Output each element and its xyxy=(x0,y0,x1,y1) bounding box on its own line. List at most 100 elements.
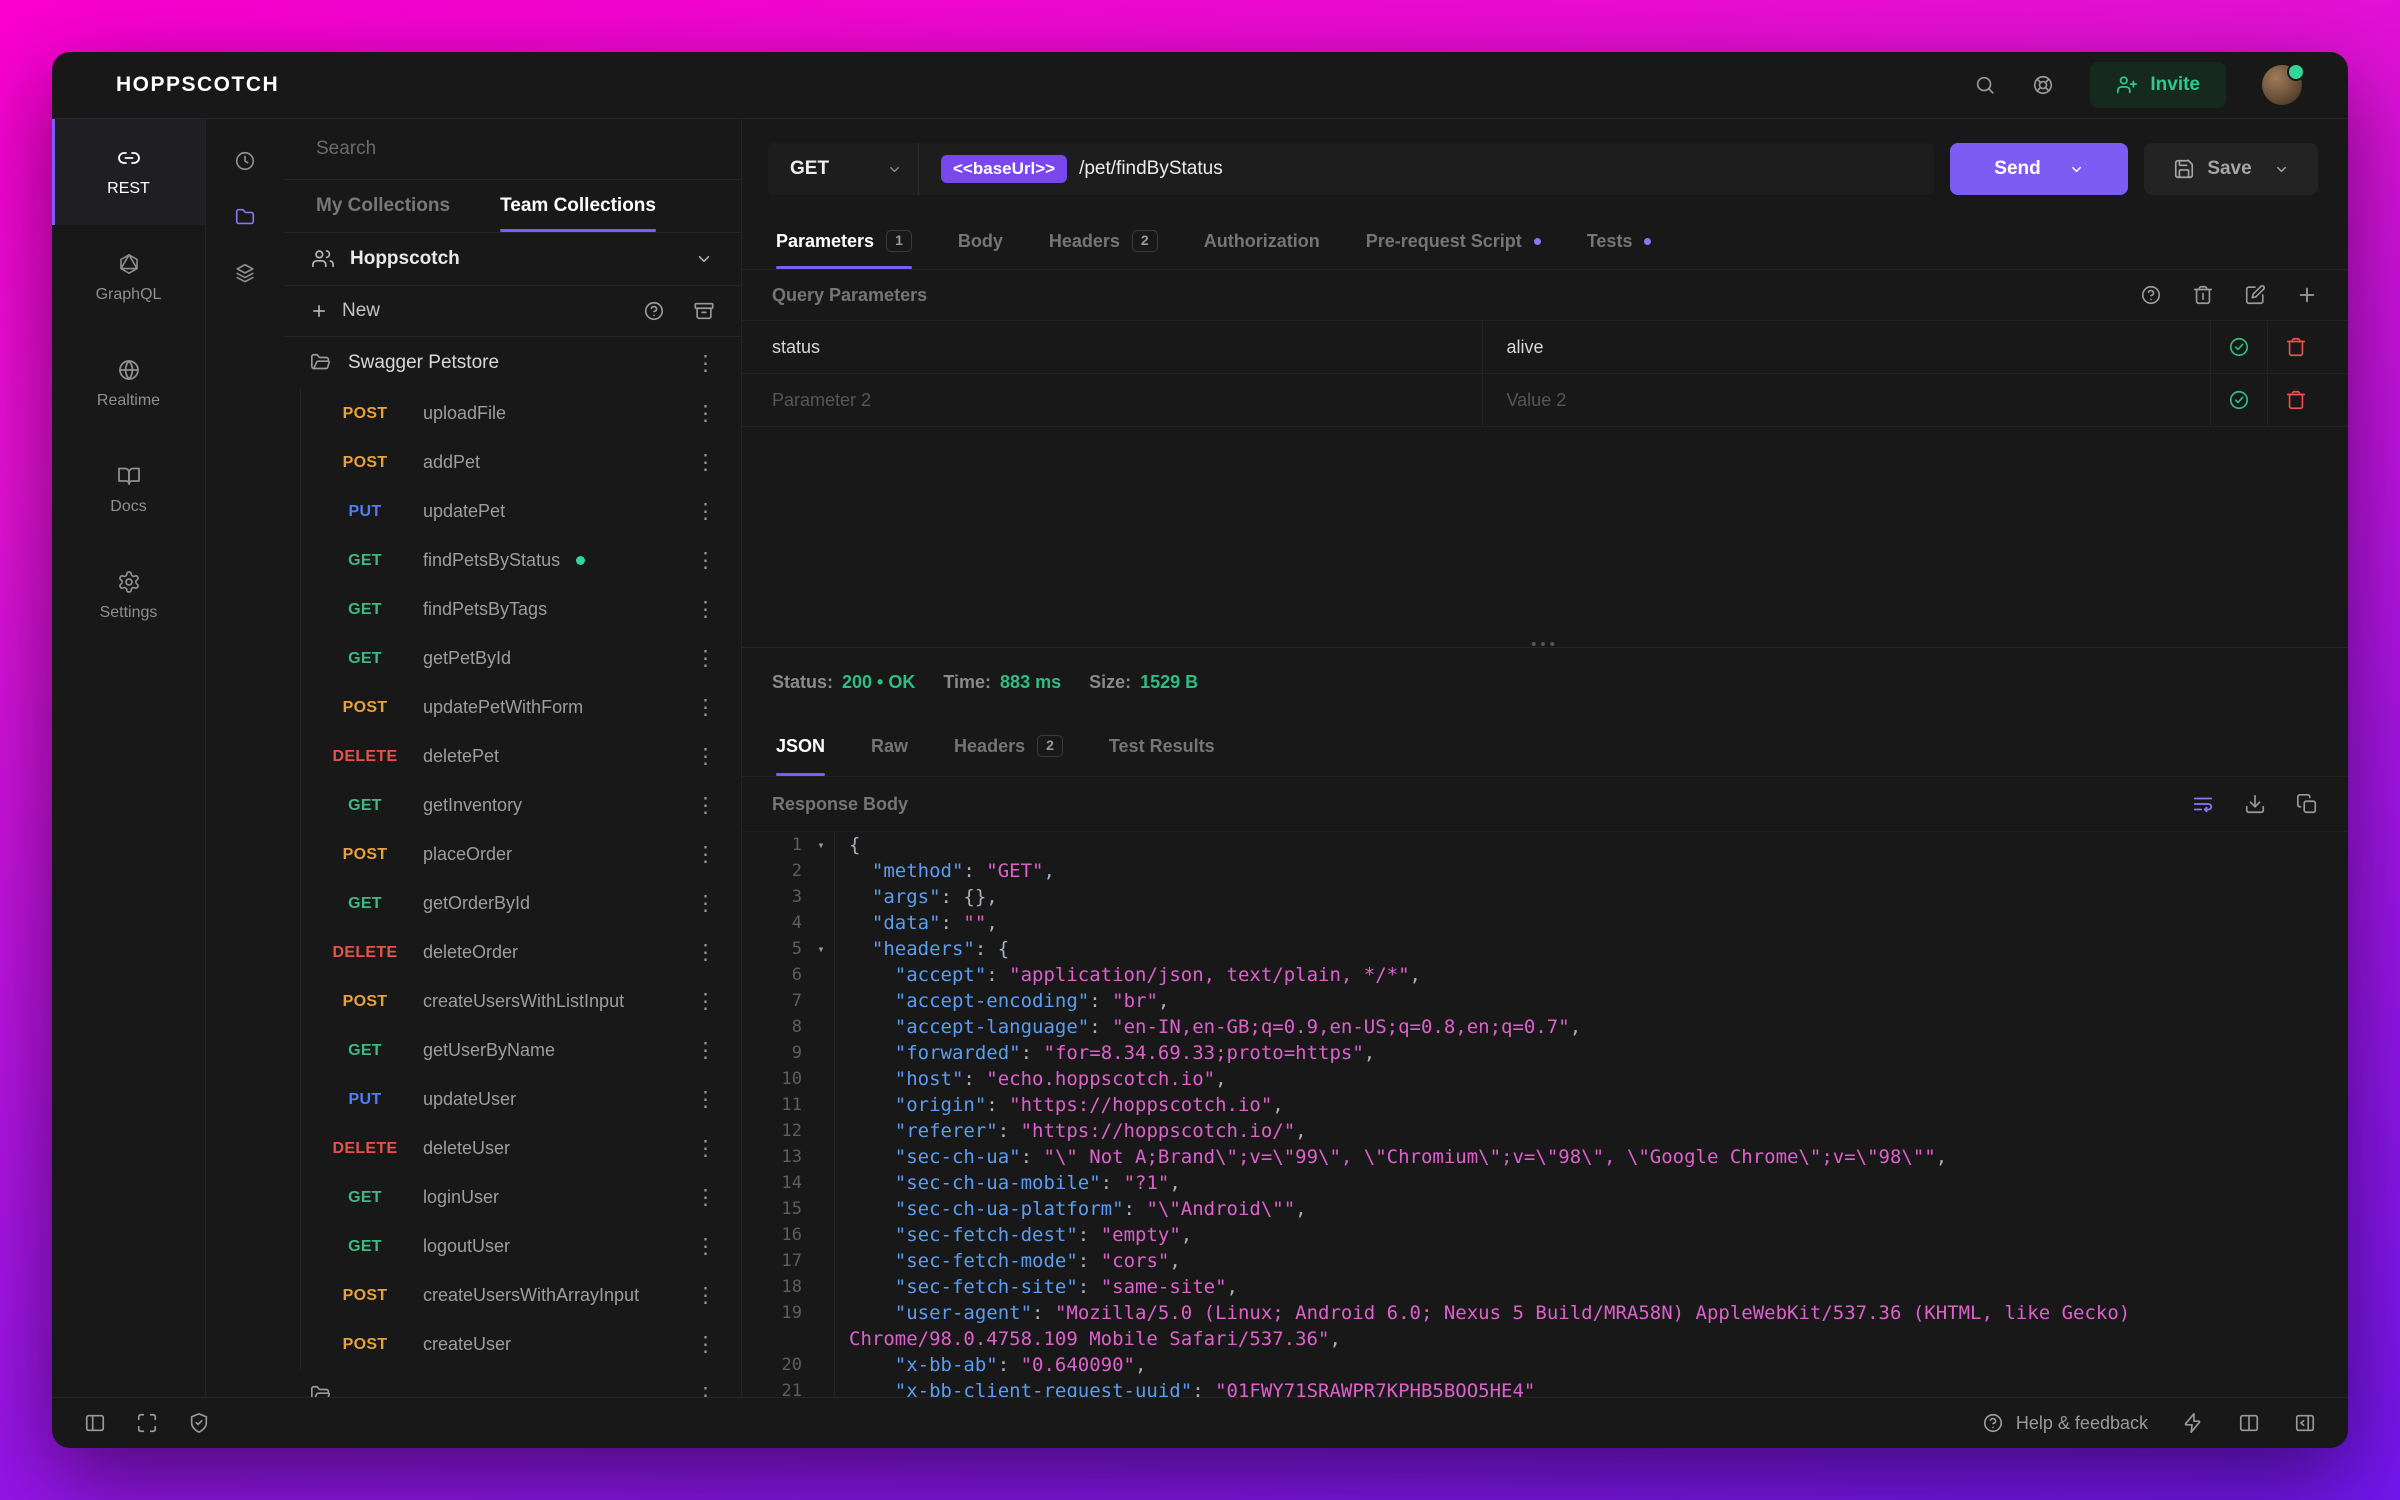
tab-headers[interactable]: Headers 2 xyxy=(1049,213,1158,269)
search-button[interactable] xyxy=(1974,74,1996,96)
more-options-icon[interactable]: ⋮ xyxy=(695,550,716,571)
request-item-findPetsByTags[interactable]: GET findPetsByTags ⋮ xyxy=(301,585,741,634)
request-item-deletePet[interactable]: DELETE deletePet ⋮ xyxy=(301,732,741,781)
request-item-getInventory[interactable]: GET getInventory ⋮ xyxy=(301,781,741,830)
request-item-getUserByName[interactable]: GET getUserByName ⋮ xyxy=(301,1026,741,1075)
split-columns-icon[interactable] xyxy=(2238,1412,2260,1434)
fold-arrow-icon[interactable]: ▾ xyxy=(808,936,834,962)
sidebar-item-realtime[interactable]: Realtime xyxy=(52,331,205,437)
more-options-icon[interactable]: ⋮ xyxy=(695,991,716,1012)
request-item-createUsersWithListInput[interactable]: POST createUsersWithListInput ⋮ xyxy=(301,977,741,1026)
more-options-icon[interactable]: ⋮ xyxy=(695,1285,716,1306)
tab-my-collections[interactable]: My Collections xyxy=(316,180,450,232)
request-item-getOrderById[interactable]: GET getOrderById ⋮ xyxy=(301,879,741,928)
parameter-value-input[interactable]: alive xyxy=(1481,321,2211,373)
more-options-icon[interactable]: ⋮ xyxy=(695,1236,716,1257)
request-item-logoutUser[interactable]: GET logoutUser ⋮ xyxy=(301,1222,741,1271)
more-options-icon[interactable]: ⋮ xyxy=(695,1138,716,1159)
fold-arrow-icon[interactable]: ▾ xyxy=(808,832,834,858)
tab-parameters[interactable]: Parameters 1 xyxy=(776,213,912,269)
request-item-updateUser[interactable]: PUT updateUser ⋮ xyxy=(301,1075,741,1124)
more-options-icon[interactable]: ⋮ xyxy=(695,942,716,963)
toggle-parameter-button[interactable] xyxy=(2210,374,2267,426)
request-item-deleteOrder[interactable]: DELETE deleteOrder ⋮ xyxy=(301,928,741,977)
sidebar-item-docs[interactable]: Docs xyxy=(52,437,205,543)
copy-icon[interactable] xyxy=(2296,793,2318,815)
sidebar-toggle-icon[interactable] xyxy=(84,1412,106,1434)
request-item-deleteUser[interactable]: DELETE deleteUser ⋮ xyxy=(301,1124,741,1173)
more-options-icon[interactable]: ⋮ xyxy=(695,353,716,374)
env-variable-pill[interactable]: <<baseUrl>> xyxy=(941,155,1068,183)
parameter-key-input[interactable]: Parameter 2 xyxy=(742,374,1482,426)
url-input[interactable]: <<baseUrl>> /pet/findByStatus xyxy=(919,155,1245,183)
add-parameter-icon[interactable] xyxy=(2296,284,2318,306)
more-options-icon[interactable]: ⋮ xyxy=(695,697,716,718)
response-tab-test-results[interactable]: Test Results xyxy=(1109,716,1215,776)
more-options-icon[interactable]: ⋮ xyxy=(695,452,716,473)
download-icon[interactable] xyxy=(2244,793,2266,815)
help-circle-icon[interactable] xyxy=(2140,284,2162,306)
collapse-right-panel-icon[interactable] xyxy=(2294,1412,2316,1434)
plus-icon[interactable] xyxy=(310,302,328,320)
save-button[interactable]: Save xyxy=(2144,143,2318,195)
wrap-lines-icon[interactable] xyxy=(2192,793,2214,815)
archive-import-icon[interactable] xyxy=(693,300,715,322)
tab-authorization[interactable]: Authorization xyxy=(1204,213,1320,269)
more-options-icon[interactable]: ⋮ xyxy=(695,1385,716,1398)
avatar[interactable] xyxy=(2262,63,2305,105)
request-item-getPetById[interactable]: GET getPetById ⋮ xyxy=(301,634,741,683)
response-tab-raw[interactable]: Raw xyxy=(871,716,908,776)
tab-tests[interactable]: Tests xyxy=(1587,213,1652,269)
edit-icon[interactable] xyxy=(2244,284,2266,306)
response-tab-json[interactable]: JSON xyxy=(776,716,826,776)
new-collection-button[interactable]: New xyxy=(342,300,380,322)
request-item-placeOrder[interactable]: POST placeOrder ⋮ xyxy=(301,830,741,879)
help-circle-icon[interactable] xyxy=(643,300,665,322)
support-button[interactable] xyxy=(2032,74,2054,96)
request-item-findPetsByStatus[interactable]: GET findPetsByStatus ⋮ xyxy=(301,536,741,585)
collections-button[interactable] xyxy=(234,206,256,228)
method-selector[interactable]: GET xyxy=(768,143,919,195)
clear-all-trash-icon[interactable] xyxy=(2192,284,2214,306)
environments-button[interactable] xyxy=(234,262,256,284)
more-options-icon[interactable]: ⋮ xyxy=(695,844,716,865)
parameter-key-input[interactable]: status xyxy=(742,321,1482,373)
sidebar-item-rest[interactable]: REST xyxy=(52,119,205,225)
request-item-updatePetWithForm[interactable]: POST updatePetWithForm ⋮ xyxy=(301,683,741,732)
more-options-icon[interactable]: ⋮ xyxy=(695,403,716,424)
more-options-icon[interactable]: ⋮ xyxy=(695,599,716,620)
send-button[interactable]: Send xyxy=(1950,143,2128,195)
more-options-icon[interactable]: ⋮ xyxy=(695,1089,716,1110)
more-options-icon[interactable]: ⋮ xyxy=(695,1334,716,1355)
more-options-icon[interactable]: ⋮ xyxy=(695,501,716,522)
toggle-parameter-button[interactable] xyxy=(2210,321,2267,373)
more-options-icon[interactable]: ⋮ xyxy=(695,1187,716,1208)
help-feedback-button[interactable]: Help & feedback xyxy=(1982,1412,2148,1434)
more-options-icon[interactable]: ⋮ xyxy=(695,746,716,767)
tab-body[interactable]: Body xyxy=(958,213,1003,269)
invite-button[interactable]: Invite xyxy=(2090,62,2226,108)
team-selector[interactable]: Hoppscotch xyxy=(284,233,741,286)
more-options-icon[interactable]: ⋮ xyxy=(695,795,716,816)
request-item-updatePet[interactable]: PUT updatePet ⋮ xyxy=(301,487,741,536)
response-tab-headers[interactable]: Headers 2 xyxy=(954,716,1063,776)
delete-parameter-button[interactable] xyxy=(2267,374,2324,426)
request-item-createUser[interactable]: POST createUser ⋮ xyxy=(301,1320,741,1369)
tab-team-collections[interactable]: Team Collections xyxy=(500,180,656,232)
tab-pre-request-script[interactable]: Pre-request Script xyxy=(1366,213,1541,269)
request-item-createUsersWithArrayInput[interactable]: POST createUsersWithArrayInput ⋮ xyxy=(301,1271,741,1320)
collections-search-input[interactable]: Search xyxy=(284,119,741,180)
zap-icon[interactable] xyxy=(2182,1412,2204,1434)
request-item-uploadFile[interactable]: POST uploadFile ⋮ xyxy=(301,389,741,438)
collection-folder-partial[interactable]: ⋮ xyxy=(284,1369,741,1397)
pane-resize-handle[interactable]: ••• xyxy=(742,631,2348,652)
shield-check-icon[interactable] xyxy=(188,1412,210,1434)
response-body-editor[interactable]: 1 ▾{2 "method": "GET", 3 "args": {}, 4 "dat… xyxy=(742,832,2348,1397)
collection-folder-swagger-petstore[interactable]: Swagger Petstore ⋮ xyxy=(284,337,741,389)
more-options-icon[interactable]: ⋮ xyxy=(695,1040,716,1061)
history-button[interactable] xyxy=(234,150,256,172)
expand-icon[interactable] xyxy=(136,1412,158,1434)
sidebar-item-graphql[interactable]: GraphQL xyxy=(52,225,205,331)
more-options-icon[interactable]: ⋮ xyxy=(695,893,716,914)
parameter-value-input[interactable]: Value 2 xyxy=(1481,374,2211,426)
